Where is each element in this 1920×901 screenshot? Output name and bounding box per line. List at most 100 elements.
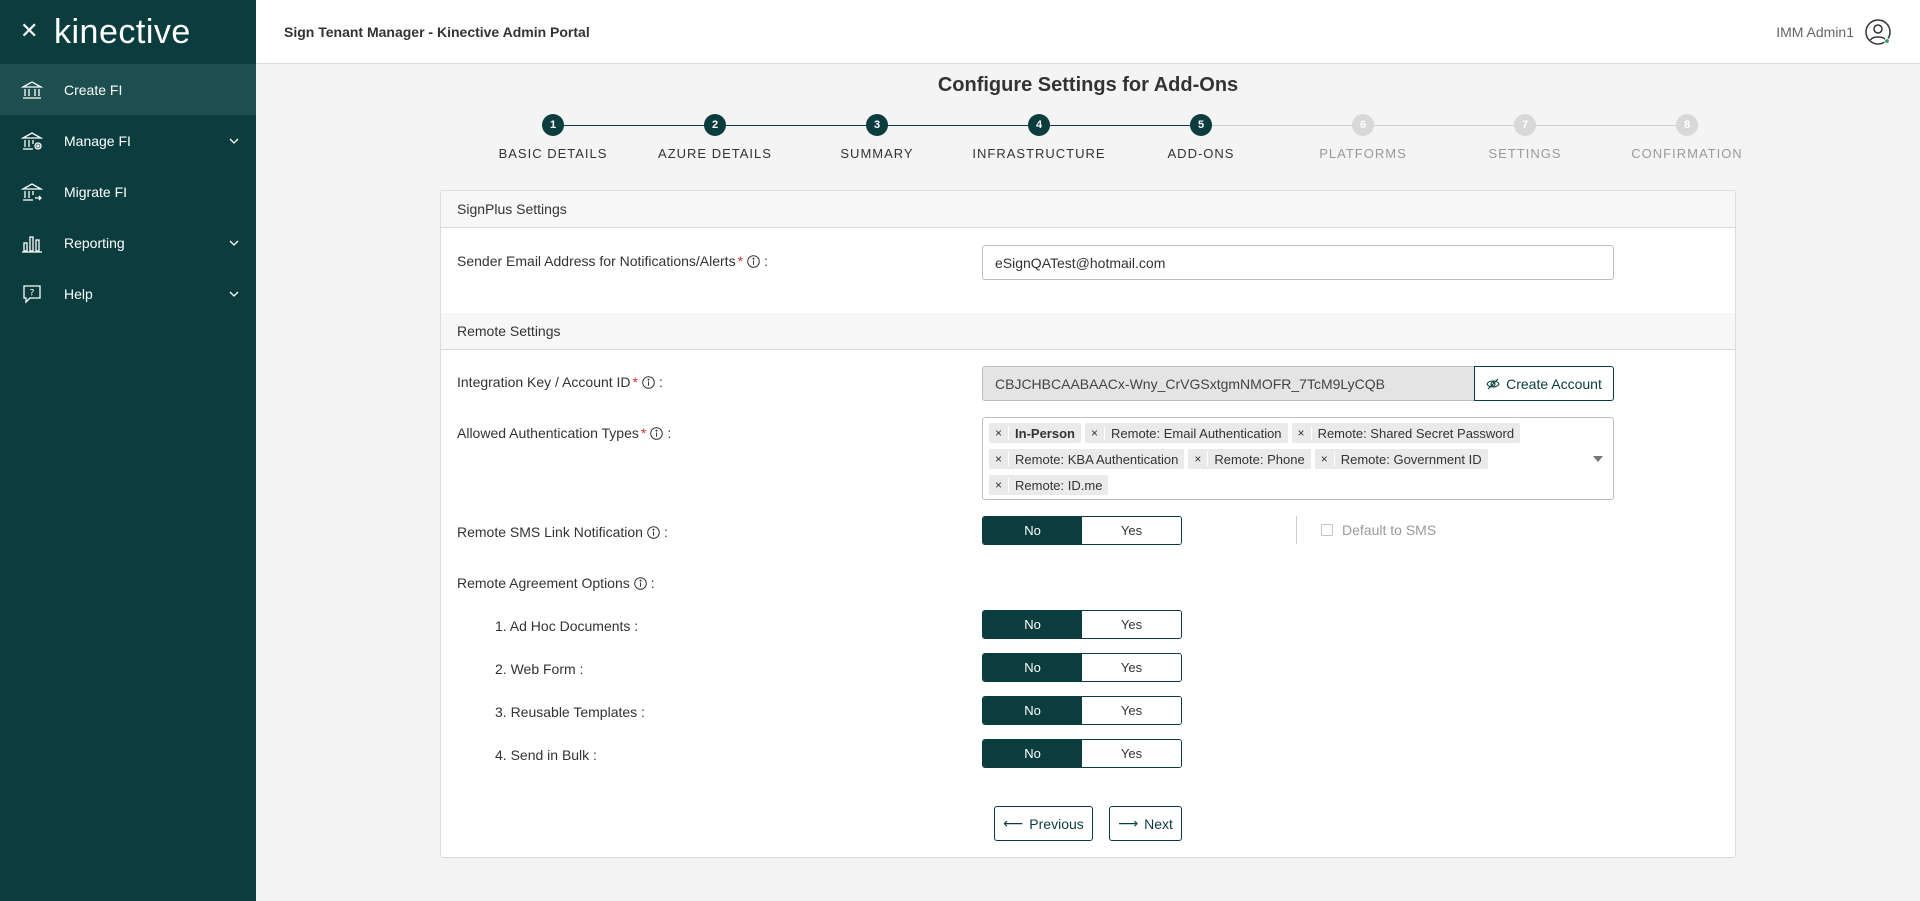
info-icon[interactable] bbox=[642, 375, 655, 389]
sender-email-label: Sender Email Address for Notifications/A… bbox=[457, 253, 736, 269]
auth-types-label: Allowed Authentication Types bbox=[457, 425, 639, 441]
ad-hoc-label: 1. Ad Hoc Documents : bbox=[495, 618, 639, 634]
step-number: 4 bbox=[1028, 114, 1050, 136]
toggle-yes[interactable]: Yes bbox=[1082, 654, 1181, 681]
step-platforms: 6 PLATFORMS bbox=[1282, 112, 1444, 161]
toggle-yes[interactable]: Yes bbox=[1082, 740, 1181, 767]
ad-hoc-toggle-wrap: No Yes bbox=[982, 610, 1182, 639]
auth-types-multiselect[interactable]: × In-Person × Remote: Email Authentication ×… bbox=[982, 417, 1614, 500]
reusable-templates-label: 3. Reusable Templates : bbox=[495, 704, 645, 720]
chip-label: Remote: KBA Authentication bbox=[1015, 451, 1179, 467]
sidebar-item-create-fi[interactable]: Create FI bbox=[0, 64, 256, 115]
toggle-no[interactable]: No bbox=[983, 654, 1082, 681]
kinective-logo: kinective bbox=[54, 12, 191, 51]
app-title: Sign Tenant Manager - Kinective Admin Po… bbox=[284, 23, 590, 40]
colon: : bbox=[764, 253, 768, 269]
step-summary: 3 SUMMARY bbox=[796, 112, 958, 161]
integration-key-label: Integration Key / Account ID bbox=[457, 374, 631, 390]
integration-key-field[interactable]: CBJCHBCAABAACx-Wny_CrVGSxtgmNMOFR_7TcM9L… bbox=[982, 366, 1474, 401]
auth-types-label-row: Allowed Authentication Types * : bbox=[457, 425, 671, 441]
sender-email-field[interactable]: eSignQATest@hotmail.com bbox=[982, 245, 1614, 280]
close-icon[interactable]: ✕ bbox=[20, 21, 38, 43]
step-label: SETTINGS bbox=[1488, 146, 1562, 161]
integration-key-label-row: Integration Key / Account ID * : bbox=[457, 374, 663, 390]
toggle-no[interactable]: No bbox=[983, 740, 1082, 767]
send-in-bulk-label: 4. Send in Bulk : bbox=[495, 747, 597, 763]
auth-chip: × In-Person bbox=[989, 423, 1081, 443]
auth-chip: × Remote: Shared Secret Password bbox=[1291, 423, 1521, 443]
step-number: 8 bbox=[1676, 114, 1698, 136]
required-mark: * bbox=[640, 425, 647, 441]
page-title: Configure Settings for Add-Ons bbox=[937, 74, 1239, 96]
sms-label-row: Remote SMS Link Notification : bbox=[457, 524, 668, 540]
chip-remove-icon[interactable]: × bbox=[989, 426, 1010, 440]
toggle-no[interactable]: No bbox=[983, 611, 1082, 638]
toggle-yes[interactable]: Yes bbox=[1082, 517, 1181, 544]
step-confirmation: 8 CONFIRMATION bbox=[1606, 112, 1768, 161]
web-form-label: 2. Web Form : bbox=[495, 661, 584, 677]
step-basic-details: 1 BASIC DETAILS bbox=[472, 112, 634, 161]
chip-remove-icon[interactable]: × bbox=[989, 452, 1010, 466]
step-infrastructure: 4 INFRASTRUCTURE bbox=[958, 112, 1120, 161]
step-number: 1 bbox=[542, 114, 564, 136]
default-to-sms[interactable]: Default to SMS bbox=[1321, 522, 1436, 538]
agreement-label: Remote Agreement Options bbox=[457, 575, 630, 591]
toggle-no[interactable]: No bbox=[983, 697, 1082, 724]
sms-toggle-wrap: No Yes bbox=[982, 516, 1182, 545]
step-label: ADD-ONS bbox=[1167, 146, 1235, 161]
next-label: Next bbox=[1144, 815, 1173, 832]
chip-remove-icon[interactable]: × bbox=[1292, 426, 1312, 440]
step-label: AZURE DETAILS bbox=[658, 146, 772, 161]
auth-chip: × Remote: Government ID bbox=[1314, 449, 1488, 469]
chip-remove-icon[interactable]: × bbox=[1188, 452, 1209, 466]
previous-button[interactable]: ⟵ Previous bbox=[994, 806, 1093, 841]
next-button[interactable]: ⟶ Next bbox=[1109, 806, 1182, 841]
default-sms-checkbox[interactable] bbox=[1321, 524, 1333, 536]
info-icon[interactable] bbox=[747, 254, 760, 268]
required-mark: * bbox=[737, 253, 744, 269]
dropdown-caret-icon[interactable] bbox=[1593, 456, 1603, 462]
sidebar-item-label: Create FI bbox=[64, 81, 123, 98]
colon: : bbox=[650, 575, 655, 591]
web-form-toggle-wrap: No Yes bbox=[982, 653, 1182, 682]
user-avatar-icon[interactable] bbox=[1864, 18, 1892, 46]
arrow-right-icon: ⟶ bbox=[1118, 815, 1139, 832]
sidebar-item-label: Migrate FI bbox=[64, 183, 128, 200]
info-icon[interactable] bbox=[633, 576, 647, 590]
sidebar-item-manage-fi[interactable]: Manage FI bbox=[0, 115, 256, 166]
sidebar-item-help[interactable]: ? Help bbox=[0, 268, 256, 319]
chip-label: Remote: Phone bbox=[1214, 451, 1305, 467]
chip-remove-icon[interactable]: × bbox=[1315, 452, 1335, 466]
default-sms-label: Default to SMS bbox=[1342, 522, 1437, 538]
sms-toggle: No Yes bbox=[982, 516, 1182, 545]
step-label: SUMMARY bbox=[840, 146, 914, 161]
toggle-no[interactable]: No bbox=[983, 517, 1082, 544]
step-number: 3 bbox=[866, 114, 888, 136]
bank-icon bbox=[20, 78, 44, 102]
info-icon[interactable] bbox=[650, 426, 664, 440]
chip-label: Remote: Government ID bbox=[1340, 451, 1482, 467]
ad-hoc-toggle: No Yes bbox=[982, 610, 1182, 639]
user-menu[interactable]: IMM Admin1 bbox=[1776, 18, 1892, 46]
step-azure-details: 2 AZURE DETAILS bbox=[634, 112, 796, 161]
sidebar: ✕ kinective Create FI Manage FI Migrate … bbox=[0, 0, 256, 901]
sender-email-label-row: Sender Email Address for Notifications/A… bbox=[457, 253, 768, 269]
toggle-yes[interactable]: Yes bbox=[1082, 611, 1181, 638]
send-in-bulk-toggle-wrap: No Yes bbox=[982, 739, 1182, 768]
colon: : bbox=[659, 374, 663, 390]
settings-card: SignPlus Settings Sender Email Address f… bbox=[440, 190, 1736, 858]
sidebar-item-migrate-fi[interactable]: Migrate FI bbox=[0, 166, 256, 217]
chip-remove-icon[interactable]: × bbox=[989, 478, 1010, 492]
auth-chip: × Remote: KBA Authentication bbox=[989, 449, 1185, 469]
create-account-button[interactable]: Create Account bbox=[1474, 366, 1614, 401]
step-number: 5 bbox=[1190, 114, 1212, 136]
info-icon[interactable] bbox=[647, 525, 660, 539]
eye-off-icon bbox=[1486, 378, 1500, 389]
auth-chip: × Remote: Phone bbox=[1188, 449, 1311, 469]
top-header: Sign Tenant Manager - Kinective Admin Po… bbox=[256, 0, 1920, 64]
arrow-left-icon: ⟵ bbox=[1003, 815, 1024, 832]
toggle-yes[interactable]: Yes bbox=[1082, 697, 1181, 724]
step-label: PLATFORMS bbox=[1319, 146, 1407, 161]
sidebar-item-reporting[interactable]: Reporting bbox=[0, 217, 256, 268]
chip-remove-icon[interactable]: × bbox=[1085, 426, 1105, 440]
